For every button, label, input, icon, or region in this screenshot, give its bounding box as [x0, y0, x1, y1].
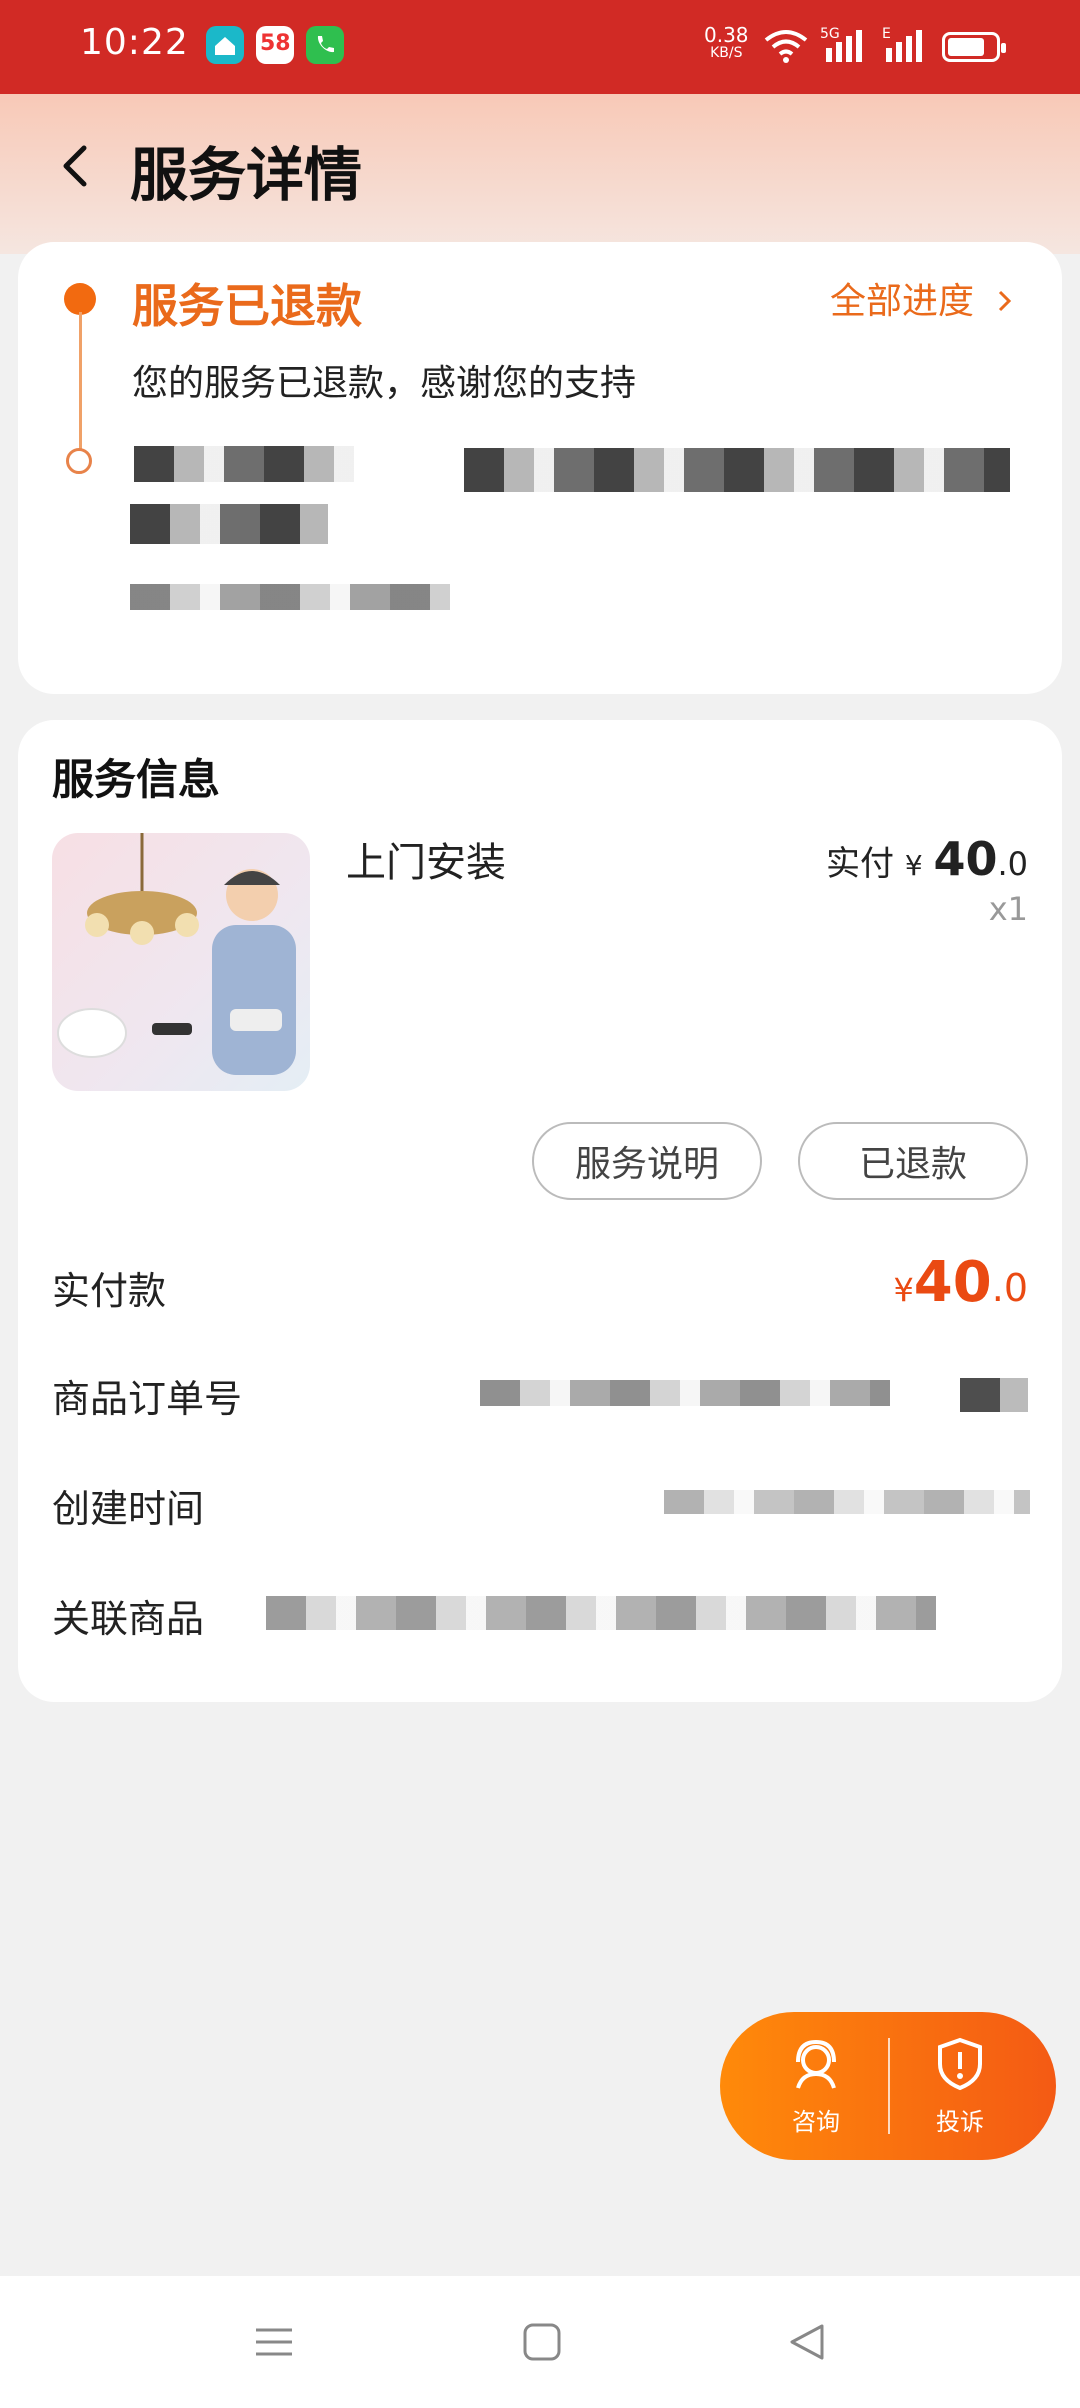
redacted-text	[130, 504, 328, 544]
back-triangle-icon[interactable]	[786, 2322, 826, 2362]
price-decimal: .0	[997, 845, 1028, 883]
product-thumbnail[interactable]	[52, 833, 310, 1091]
status-time: 10:22	[80, 22, 189, 63]
status-title: 服务已退款	[132, 279, 362, 333]
58-app-icon: 58	[256, 26, 294, 64]
net-speed-unit: KB/S	[710, 45, 743, 61]
signal-5g-icon: 5G	[820, 26, 870, 64]
redacted-text	[134, 446, 354, 482]
service-info-title: 服务信息	[52, 755, 221, 804]
customer-service-icon	[796, 2039, 836, 2089]
signal-e-icon: E	[880, 26, 930, 64]
timeline-past-dot	[66, 448, 92, 474]
floating-divider	[888, 2038, 890, 2134]
price-currency: ¥	[904, 849, 923, 882]
58-app-label: 58	[260, 31, 291, 56]
redacted-order-number	[480, 1380, 890, 1406]
related-product-label: 关联商品	[52, 1597, 205, 1641]
redacted-text	[464, 448, 1010, 492]
menu-icon[interactable]	[254, 2322, 294, 2362]
product-name: 上门安装	[346, 840, 506, 886]
chevron-right-icon	[999, 290, 1012, 312]
product-quantity: x1	[988, 890, 1028, 928]
complain-label: 投诉	[936, 2108, 984, 2136]
floating-action-bar: 咨询 投诉	[720, 2012, 1056, 2160]
home-app-icon	[206, 26, 244, 64]
complain-button[interactable]: 投诉	[900, 2036, 1020, 2137]
net-speed-value: 0.38	[704, 23, 749, 47]
home-icon[interactable]	[522, 2322, 562, 2362]
paid-decimal: .0	[991, 1266, 1028, 1310]
created-time-label: 创建时间	[52, 1487, 205, 1531]
price-prefix: 实付	[826, 844, 894, 884]
shield-alert-icon	[938, 2037, 982, 2091]
all-progress-link[interactable]: 全部进度	[830, 272, 1017, 324]
product-image-icon	[57, 833, 296, 1075]
page-title: 服务详情	[130, 141, 363, 209]
consult-label: 咨询	[792, 2108, 840, 2136]
order-number-label: 商品订单号	[52, 1377, 243, 1421]
paid-integer: 40	[913, 1250, 992, 1315]
consult-button[interactable]: 咨询	[756, 2036, 876, 2137]
system-navigation-bar	[0, 2276, 1080, 2408]
status-description: 您的服务已退款，感谢您的支持	[132, 363, 637, 404]
refunded-status-button[interactable]: 已退款	[798, 1122, 1028, 1200]
timeline-line	[79, 312, 82, 452]
paid-amount: ¥40.0	[893, 1250, 1028, 1315]
redacted-text	[130, 584, 450, 610]
timeline-current-dot	[64, 283, 96, 315]
redacted-order-number	[960, 1378, 1028, 1412]
redacted-related-product	[266, 1596, 936, 1630]
signal-5g-label: 5G	[820, 26, 840, 42]
redacted-created-time	[664, 1490, 1030, 1514]
all-progress-label: 全部进度	[830, 281, 975, 322]
price-integer: 40	[933, 832, 998, 886]
net-speed: 0.38 KB/S	[704, 23, 749, 62]
paid-label: 实付款	[52, 1269, 167, 1313]
service-description-button[interactable]: 服务说明	[532, 1122, 762, 1200]
paid-currency: ¥	[893, 1271, 914, 1309]
product-price: 实付 ¥ 40.0	[826, 832, 1028, 886]
status-bar: 10:22 58 0.38 KB/S 5G E	[0, 0, 1080, 94]
battery-icon	[942, 32, 1006, 62]
phone-app-icon	[306, 26, 344, 64]
wifi-icon	[764, 30, 808, 63]
back-arrow-icon[interactable]	[52, 142, 100, 190]
signal-e-label: E	[882, 26, 891, 42]
